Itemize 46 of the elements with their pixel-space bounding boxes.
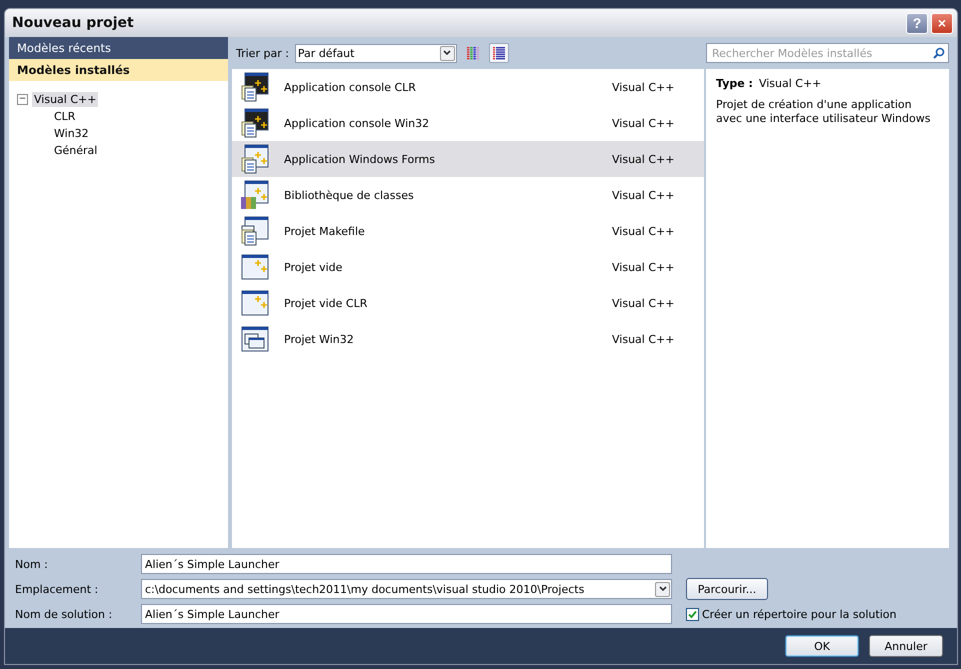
type-value: Visual C++ [758, 77, 822, 90]
list-view-button[interactable] [488, 43, 509, 63]
tree-item[interactable]: Général [17, 142, 228, 159]
empty-window-icon [240, 288, 270, 318]
type-label: Type : [716, 77, 753, 90]
field-label: Nom de solution : [15, 608, 114, 620]
template-description: Projet de création d'une application avec une interface utilisateur Windows [716, 98, 932, 126]
forms-template-icon [240, 144, 270, 174]
field-label: Emplacement : [15, 582, 100, 596]
tree-item[interactable]: CLR [17, 108, 228, 125]
sort-dropdown[interactable]: Par défaut [294, 44, 457, 62]
template-item[interactable]: Projet vide CLR Visual C++ [232, 285, 704, 321]
empty-window-icon [240, 252, 270, 282]
checkbox[interactable] [686, 608, 699, 620]
template-item[interactable]: Projet vide Visual C++ [232, 249, 704, 285]
close-button[interactable]: × [931, 12, 953, 34]
tree-item[interactable]: Visual C++ [32, 92, 98, 107]
template-item[interactable]: Application Windows Forms Visual C++ [232, 141, 704, 177]
template-item[interactable]: Application console CLR Visual C++ [232, 69, 704, 105]
template-item[interactable]: Bibliothèque de classes Visual C++ [232, 177, 704, 213]
chevron-down-icon [443, 50, 452, 56]
ok-button[interactable]: OK [785, 635, 859, 657]
text-field[interactable]: Alien´s Simple Launcher [141, 554, 672, 574]
tree-item[interactable]: Win32 [17, 125, 228, 142]
location-combo[interactable]: c:\documents and settings\tech2011\my documents\visual studio 2010\Projects [141, 579, 672, 599]
search-icon [933, 47, 945, 59]
document-stack-icon [240, 216, 270, 246]
windows-template-icon [240, 324, 270, 354]
sidebar-section[interactable]: Modèles récents [9, 37, 228, 59]
chevron-down-icon [658, 586, 666, 592]
sort-label: Trier par : [236, 46, 289, 60]
console-template-icon [240, 72, 270, 102]
window-title: Nouveau projet [12, 15, 135, 31]
cancel-button[interactable]: Annuler [869, 635, 943, 657]
template-item[interactable]: Application console Win32 Visual C++ [232, 105, 704, 141]
field-label: Nom : [15, 558, 49, 570]
template-item[interactable]: Projet Win32 Visual C++ [232, 321, 704, 357]
search-field[interactable]: Rechercher Modèles installés [706, 43, 949, 63]
console-template-icon [240, 108, 270, 138]
checkbox-label: Créer un répertoire pour la solution [702, 608, 896, 620]
template-item[interactable]: Projet Makefile Visual C++ [232, 213, 704, 249]
sidebar-section[interactable]: Modèles installés [9, 59, 228, 81]
books-template-icon [240, 180, 270, 210]
browse-button[interactable]: Parcourir... [686, 578, 768, 600]
collapse-toggle[interactable]: − [17, 94, 28, 105]
text-field[interactable]: Alien´s Simple Launcher [141, 604, 672, 624]
